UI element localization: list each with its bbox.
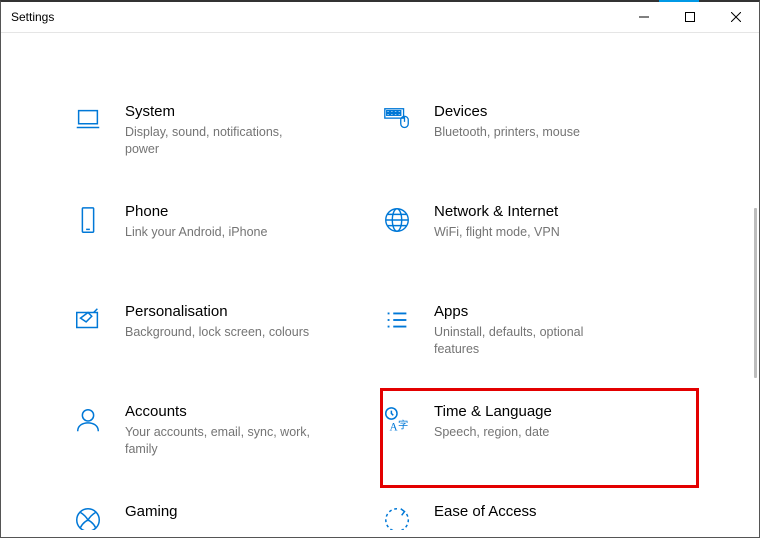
paintbrush-icon [71,303,105,337]
category-accounts[interactable]: Accounts Your accounts, email, sync, wor… [61,388,380,488]
window-controls [621,2,759,32]
category-sub: Link your Android, iPhone [125,224,267,241]
category-phone[interactable]: Phone Link your Android, iPhone [61,188,380,288]
settings-grid: System Display, sound, notifications, po… [1,33,759,530]
window-title: Settings [11,10,54,24]
category-system[interactable]: System Display, sound, notifications, po… [61,88,380,188]
xbox-icon [71,503,105,530]
category-devices[interactable]: Devices Bluetooth, printers, mouse [380,88,699,188]
category-time-language[interactable]: A 字 Time & Language Speech, region, date [380,388,699,488]
time-language-icon: A 字 [380,403,414,437]
category-sub: Bluetooth, printers, mouse [434,124,580,141]
title-bar: Settings [1,2,759,33]
category-title: Time & Language [434,403,552,421]
category-personalisation[interactable]: Personalisation Background, lock screen,… [61,288,380,388]
category-network[interactable]: Network & Internet WiFi, flight mode, VP… [380,188,699,288]
maximize-button[interactable] [667,2,713,32]
devices-icon [380,103,414,137]
category-title: Phone [125,203,267,221]
ease-of-access-icon [380,503,414,530]
category-sub: Uninstall, defaults, optional features [434,324,624,358]
category-title: Devices [434,103,580,121]
category-title: System [125,103,315,121]
category-sub: Background, lock screen, colours [125,324,309,341]
laptop-icon [71,103,105,137]
category-title: Accounts [125,403,315,421]
scrollbar[interactable] [754,208,757,378]
close-button[interactable] [713,2,759,32]
category-sub: Display, sound, notifications, power [125,124,315,158]
category-title: Gaming [125,503,178,521]
person-icon [71,403,105,437]
category-apps[interactable]: Apps Uninstall, defaults, optional featu… [380,288,699,388]
settings-content: System Display, sound, notifications, po… [1,33,759,537]
category-ease-of-access[interactable]: Ease of Access [380,488,699,530]
category-title: Personalisation [125,303,309,321]
category-sub: WiFi, flight mode, VPN [434,224,560,241]
minimize-button[interactable] [621,2,667,32]
category-gaming[interactable]: Gaming [61,488,380,530]
list-icon [380,303,414,337]
globe-icon [380,203,414,237]
svg-text:字: 字 [398,418,408,431]
category-sub: Speech, region, date [434,424,552,441]
category-title: Ease of Access [434,503,537,521]
category-sub: Your accounts, email, sync, work, family [125,424,315,458]
category-title: Network & Internet [434,203,560,221]
phone-icon [71,203,105,237]
category-title: Apps [434,303,624,321]
